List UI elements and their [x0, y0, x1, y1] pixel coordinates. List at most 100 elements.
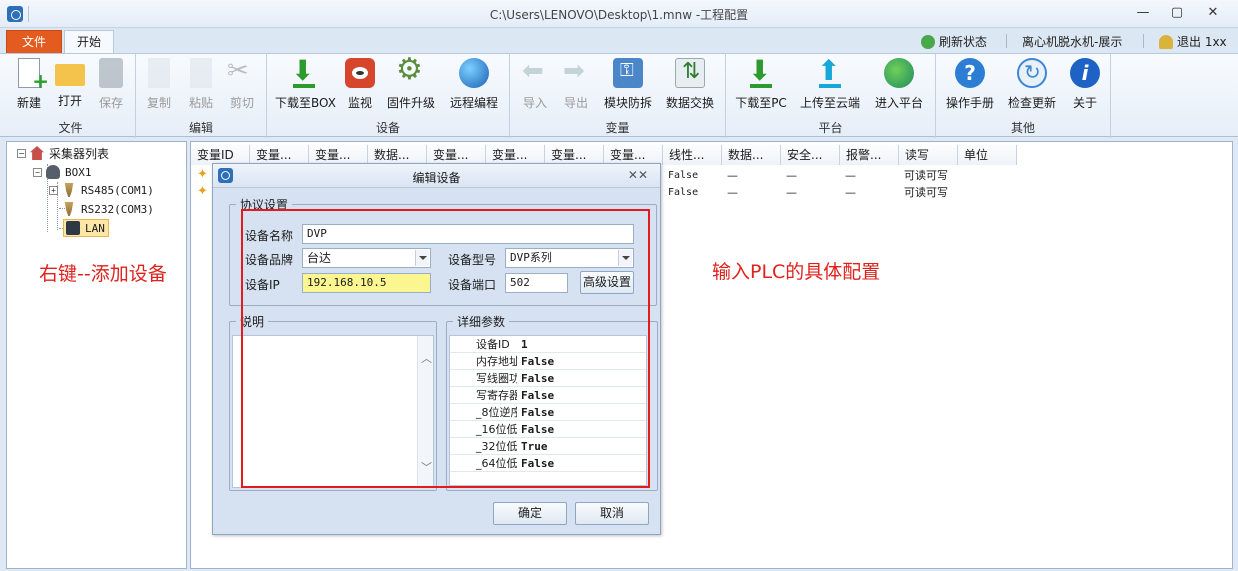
tree-box-label: BOX1 — [65, 165, 92, 179]
column-header[interactable]: 线性... — [663, 145, 722, 165]
monitor-button[interactable]: 监视 — [343, 58, 377, 111]
about-button[interactable]: i 关于 — [1068, 58, 1102, 111]
export-button[interactable]: 导出 — [559, 56, 593, 111]
new-button[interactable]: 新建 — [12, 58, 49, 111]
home-icon — [30, 146, 44, 160]
column-header[interactable]: 数据... — [368, 145, 427, 165]
ok-button[interactable]: 确定 — [493, 502, 567, 525]
group-variable: 导入 导出 模块防拆 数据交换 变量 — [510, 54, 726, 138]
download-pc-label: 下载至PC — [735, 96, 787, 110]
copy-button[interactable]: 复制 — [142, 58, 176, 111]
dialog-title-bar: 编辑设备 ✕✕ — [213, 164, 660, 188]
minimize-button[interactable]: — — [1128, 4, 1158, 22]
download-pc-button[interactable]: 下载至PC — [734, 54, 788, 111]
copy-label: 复制 — [146, 96, 171, 110]
help-icon: ? — [955, 58, 985, 88]
group-edit: 复制 粘贴 剪切 编辑 — [136, 54, 267, 138]
expand-icon[interactable]: + — [49, 185, 58, 195]
tree-lan-label: LAN — [85, 221, 105, 235]
table-cell: — — [845, 169, 856, 182]
close-button[interactable]: ✕ — [1198, 4, 1228, 22]
firmware-upgrade-button[interactable]: 固件升级 — [385, 52, 437, 111]
tree-item-lan[interactable]: LAN — [63, 219, 109, 237]
refresh-status-button[interactable]: 刷新状态 — [921, 33, 987, 50]
check-update-button[interactable]: 检查更新 — [1006, 58, 1058, 111]
collapse-icon[interactable]: − — [17, 148, 26, 158]
table-row[interactable]: False — — — 可读可写 — [666, 167, 972, 184]
ribbon: 新建 打开 保存 文件 复制 粘贴 剪切 编辑 下载至BOX — [0, 52, 1238, 138]
remote-label: 远程编程 — [449, 96, 498, 110]
firmware-label: 固件升级 — [386, 96, 435, 110]
column-header[interactable]: 变量... — [486, 145, 545, 165]
group-file: 新建 打开 保存 文件 — [6, 54, 136, 138]
scissors-icon — [227, 56, 257, 88]
upload-cloud-label: 上传至云端 — [799, 96, 860, 110]
tabbar-divider — [1143, 34, 1144, 48]
tab-file[interactable]: 文件 — [6, 30, 62, 53]
table-cell: — — [845, 186, 856, 199]
refresh-status-label: 刷新状态 — [939, 35, 988, 49]
column-header[interactable]: 数据... — [722, 145, 781, 165]
maximize-button[interactable]: ▢ — [1162, 4, 1192, 22]
column-header[interactable]: 变量... — [604, 145, 663, 165]
module-protect-button[interactable]: 模块防拆 — [602, 58, 654, 111]
about-label: 关于 — [1072, 96, 1097, 110]
collapse-icon[interactable]: − — [33, 167, 42, 177]
table-row[interactable]: False — — — 可读可写 — [666, 184, 972, 201]
column-header[interactable]: 单位 — [958, 145, 1017, 165]
tree-item-box[interactable]: − BOX1 — [33, 163, 92, 181]
import-button[interactable]: 导入 — [518, 56, 552, 111]
paste-button[interactable]: 粘贴 — [184, 58, 218, 111]
new-file-icon — [18, 58, 49, 93]
logout-button[interactable]: 退出 1xx — [1159, 33, 1227, 50]
cancel-button[interactable]: 取消 — [575, 502, 649, 525]
tree-root-label: 采集器列表 — [49, 146, 110, 161]
import-icon — [520, 56, 550, 88]
import-label: 导入 — [522, 96, 547, 110]
window-title: C:\Users\LENOVO\Desktop\1.mnw -工程配置 — [489, 8, 749, 22]
column-header[interactable]: 读写 — [899, 145, 958, 165]
download-icon — [289, 54, 319, 88]
manual-label: 操作手册 — [945, 96, 994, 110]
tree-item-root[interactable]: − 采集器列表 — [17, 144, 109, 162]
dialog-title: 编辑设备 — [412, 171, 461, 185]
table-cell: — — [786, 186, 797, 199]
group-device: 下载至BOX 监视 固件升级 远程编程 设备 — [267, 52, 510, 138]
export-icon — [561, 56, 591, 88]
data-exchange-button[interactable]: 数据交换 — [664, 58, 716, 111]
column-header[interactable]: 变量ID — [191, 145, 250, 165]
column-header[interactable]: 变量... — [309, 145, 368, 165]
group-edit-label: 编辑 — [188, 121, 213, 135]
group-platform: 下载至PC 上传至云端 进入平台 平台 — [726, 54, 936, 138]
tree-item-rs232[interactable]: RS232(COM3) — [62, 200, 154, 218]
star-icon: ✦ — [197, 167, 208, 182]
upload-cloud-button[interactable]: 上传至云端 — [798, 54, 862, 111]
tab-start[interactable]: 开始 — [64, 30, 114, 54]
table-cell: — — [727, 169, 738, 182]
cut-button[interactable]: 剪切 — [225, 56, 259, 111]
column-header[interactable]: 变量... — [250, 145, 309, 165]
info-icon: i — [1070, 58, 1100, 88]
refresh-icon — [1017, 58, 1047, 88]
download-box-button[interactable]: 下载至BOX — [275, 54, 336, 111]
column-header[interactable]: 变量... — [427, 145, 486, 165]
column-header[interactable]: 安全... — [781, 145, 840, 165]
copy-icon — [148, 58, 170, 88]
manual-button[interactable]: ? 操作手册 — [944, 58, 996, 111]
export-label: 导出 — [563, 96, 588, 110]
remote-programming-button[interactable]: 远程编程 — [447, 58, 501, 111]
table-cell: False — [668, 187, 699, 198]
column-header[interactable]: 报警... — [840, 145, 899, 165]
check-update-label: 检查更新 — [1007, 96, 1056, 110]
folder-open-icon — [55, 64, 85, 86]
data-exchange-label: 数据交换 — [665, 96, 714, 110]
column-header[interactable]: 变量... — [545, 145, 604, 165]
save-label: 保存 — [98, 96, 123, 110]
tree-rs232-label: RS232(COM3) — [81, 202, 154, 216]
download-box-label: 下载至BOX — [275, 96, 336, 110]
save-button[interactable]: 保存 — [94, 58, 128, 111]
enter-platform-button[interactable]: 进入平台 — [872, 58, 926, 111]
tree-item-rs485[interactable]: + RS485(COM1) — [49, 181, 154, 199]
open-button[interactable]: 打开 — [53, 58, 87, 109]
close-icon[interactable]: ✕✕ — [628, 168, 648, 182]
